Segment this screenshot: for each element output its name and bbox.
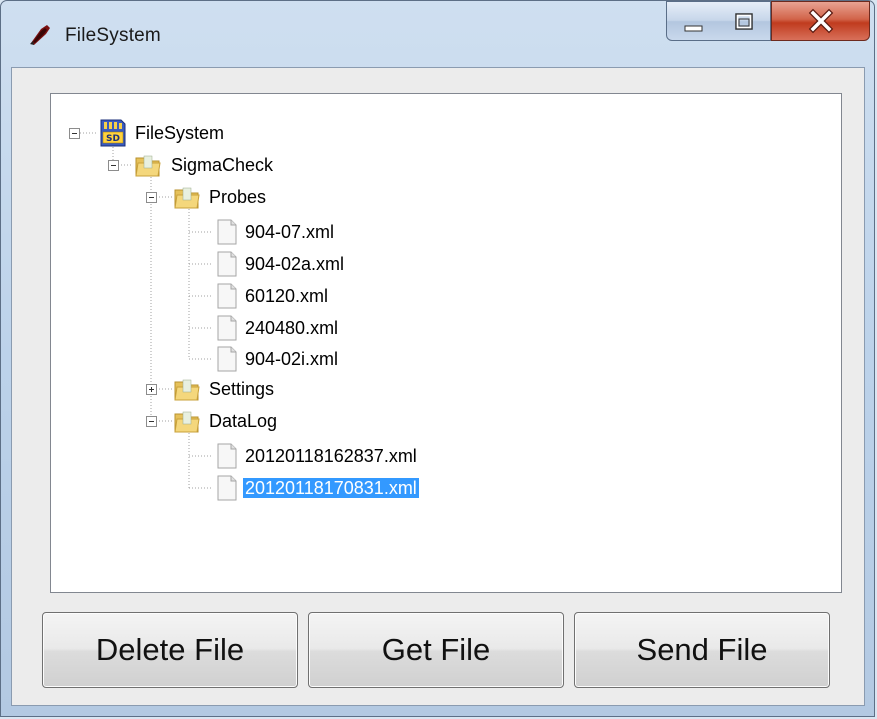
tree-node-file[interactable]: 20120118162837.xml (243, 442, 419, 470)
tree-node-label: 904-02i.xml (245, 349, 339, 369)
tree-node-label: 20120118170831.xml (243, 478, 419, 498)
tree-node-label: 60120.xml (245, 286, 329, 306)
tree-node-label: SigmaCheck (171, 155, 274, 175)
file-icon (217, 443, 237, 469)
collapse-icon[interactable] (108, 160, 119, 171)
window-title: FileSystem (65, 25, 161, 46)
tree-node-file[interactable]: 904-02i.xml (243, 345, 340, 373)
tree-node-file[interactable]: 904-07.xml (243, 218, 336, 246)
collapse-icon[interactable] (146, 416, 157, 427)
tree-node-label: 904-02a.xml (245, 254, 345, 274)
file-icon (217, 315, 237, 341)
tree-node-file[interactable]: 904-02a.xml (243, 250, 346, 278)
tree-node-label: 240480.xml (245, 318, 339, 338)
folder-icon (174, 411, 200, 433)
maximize-icon (735, 13, 753, 30)
title-bar[interactable]: FileSystem (1, 1, 876, 67)
tree-node-file[interactable]: 240480.xml (243, 314, 340, 342)
tree-node-label: Probes (209, 187, 267, 207)
expand-icon[interactable] (146, 384, 157, 395)
folder-icon (174, 187, 200, 209)
collapse-icon[interactable] (146, 192, 157, 203)
tree-node-label: 20120118162837.xml (245, 446, 417, 466)
tree-node-file-selected[interactable]: 20120118170831.xml (243, 474, 419, 502)
close-icon (808, 8, 834, 34)
client-area: SD FileSystem SigmaCheck Probes 904-07.x… (11, 67, 865, 706)
collapse-icon[interactable] (69, 128, 80, 139)
tree-node-probes[interactable]: Probes (207, 183, 268, 211)
folder-icon (135, 155, 161, 177)
tree-node-label: FileSystem (135, 123, 225, 143)
filesystem-window: FileSystem SD FileSystem SigmaCheck Prob… (0, 0, 875, 717)
delete-file-button[interactable]: Delete File (42, 612, 298, 688)
folder-icon (174, 379, 200, 401)
tree-node-file[interactable]: 60120.xml (243, 282, 330, 310)
minimize-button[interactable] (666, 1, 719, 41)
file-tree[interactable]: SD FileSystem SigmaCheck Probes 904-07.x… (50, 93, 842, 593)
svg-text:SD: SD (106, 134, 120, 144)
file-icon (217, 219, 237, 245)
tree-node-datalog[interactable]: DataLog (207, 407, 279, 435)
close-button[interactable] (771, 1, 870, 41)
file-icon (217, 283, 237, 309)
tree-node-label: 904-07.xml (245, 222, 335, 242)
file-icon (217, 475, 237, 501)
tree-node-root[interactable]: FileSystem (133, 119, 226, 147)
app-icon (30, 25, 50, 45)
maximize-button[interactable] (718, 1, 771, 41)
get-file-button[interactable]: Get File (308, 612, 564, 688)
tree-node-settings[interactable]: Settings (207, 375, 276, 403)
send-file-button[interactable]: Send File (574, 612, 830, 688)
tree-node-label: DataLog (209, 411, 278, 431)
file-icon (217, 251, 237, 277)
file-icon (217, 346, 237, 372)
sd-card-icon: SD (100, 119, 126, 147)
tree-node-label: Settings (209, 379, 275, 399)
tree-node-sigmacheck[interactable]: SigmaCheck (169, 151, 275, 179)
minimize-icon (684, 25, 703, 32)
